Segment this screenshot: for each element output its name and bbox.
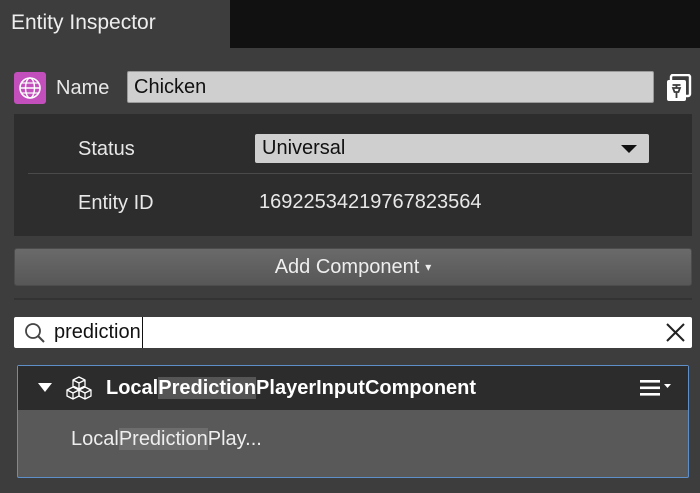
status-dropdown[interactable]: Universal: [255, 134, 649, 163]
expand-arrow-icon[interactable]: [38, 383, 52, 392]
entity-id-label: Entity ID: [78, 192, 154, 214]
add-component-button[interactable]: Add Component ▾: [14, 248, 692, 286]
dropdown-caret-icon: [621, 145, 637, 153]
title-prefix: Local: [106, 377, 159, 399]
entity-name-input[interactable]: Chicken: [127, 71, 654, 103]
clear-icon[interactable]: [666, 323, 685, 342]
body-match-highlight: Prediction: [118, 428, 208, 450]
component-search-input[interactable]: prediction: [14, 317, 692, 348]
body-suffix: Play...: [207, 428, 262, 450]
title-match-highlight: Prediction: [158, 377, 257, 399]
divider: [28, 173, 692, 174]
entity-id-value: 16922534219767823564: [259, 191, 482, 213]
title-suffix: PlayerInputComponent: [256, 377, 477, 399]
component-title: LocalPredictionPlayerInputComponent: [106, 366, 476, 410]
pin-icon[interactable]: [666, 73, 692, 102]
component-card[interactable]: LocalPredictionPlayerInputComponent Loca…: [17, 365, 689, 478]
chevron-down-icon: ▾: [425, 260, 432, 274]
component-header[interactable]: LocalPredictionPlayerInputComponent: [18, 366, 688, 410]
globe-entity-icon[interactable]: [14, 72, 46, 104]
name-label: Name: [56, 77, 110, 99]
search-text: prediction: [54, 317, 143, 348]
title-bar: Entity Inspector: [0, 0, 700, 48]
section-separator: [14, 298, 692, 300]
entity-properties-panel: Status Universal Entity ID 1692253421976…: [14, 114, 692, 236]
hamburger-menu-icon[interactable]: [640, 379, 674, 397]
component-property-label: LocalPredictionPlay...: [71, 428, 262, 451]
add-component-label: Add Component: [274, 256, 420, 278]
status-value: Universal: [262, 137, 346, 159]
tab-entity-inspector[interactable]: Entity Inspector: [0, 0, 230, 48]
body-prefix: Local: [71, 428, 119, 450]
name-row: Name Chicken: [14, 71, 694, 105]
search-icon: [25, 323, 45, 343]
status-label: Status: [78, 138, 135, 160]
component-cubes-icon: [66, 376, 92, 400]
